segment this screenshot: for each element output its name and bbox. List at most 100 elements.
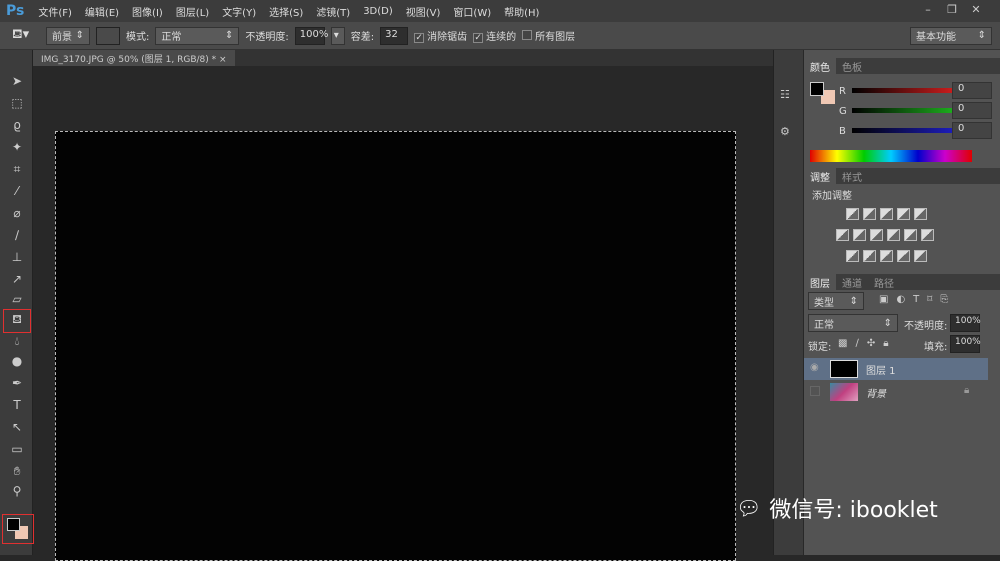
vibrance-icon[interactable] <box>914 208 927 220</box>
menu-view[interactable]: 视图(V) <box>406 4 441 19</box>
g-slider[interactable] <box>852 108 964 113</box>
hue-saturation-icon[interactable] <box>836 229 849 241</box>
history-brush-icon[interactable]: ↗ <box>7 270 27 288</box>
color-swatches[interactable] <box>2 514 34 544</box>
pattern-picker[interactable] <box>96 26 120 45</box>
layer-filter-icons[interactable]: ▣◐T⌑⎘ <box>879 294 956 305</box>
visibility-toggle[interactable] <box>810 386 820 396</box>
layer-filter-select[interactable]: 类型 ⇕ <box>808 292 864 310</box>
paint-bucket-icon[interactable]: ⛾▾ <box>12 27 40 44</box>
pen-tool-icon[interactable]: ✒ <box>7 374 27 392</box>
contiguous-checkbox[interactable]: ✓ 连续的 <box>473 28 516 43</box>
opacity-input[interactable]: 100% <box>294 26 328 45</box>
tab-adjustments[interactable]: 调整 <box>804 168 836 184</box>
watermark-text: 微信号: ibooklet <box>769 498 938 523</box>
color-balance-icon[interactable] <box>853 229 866 241</box>
fill-input[interactable]: 100% <box>950 335 981 353</box>
menu-file[interactable]: 文件(F) <box>38 4 72 19</box>
invert-icon[interactable] <box>846 250 859 262</box>
restore-button[interactable]: ❐ <box>942 3 962 17</box>
levels-icon[interactable] <box>863 208 876 220</box>
selective-color-icon[interactable] <box>897 250 910 262</box>
tab-styles[interactable]: 样式 <box>836 168 868 184</box>
layer-row[interactable]: 背景 🔒︎ <box>804 381 988 403</box>
color-lookup-icon[interactable] <box>921 229 934 241</box>
exposure-icon[interactable] <box>897 208 910 220</box>
channel-mixer-icon[interactable] <box>904 229 917 241</box>
posterize-icon[interactable] <box>863 250 876 262</box>
curves-icon[interactable] <box>880 208 893 220</box>
menu-3d[interactable]: 3D(D) <box>363 6 393 17</box>
tab-swatches[interactable]: 色板 <box>836 58 868 74</box>
blend-mode-select[interactable]: 正常 ⇕ <box>808 314 898 332</box>
lasso-tool-icon[interactable]: ϱ <box>7 116 27 134</box>
fill-source-select[interactable]: 前景 ⇕ <box>46 26 90 45</box>
menu-image[interactable]: 图像(I) <box>132 4 163 19</box>
stamp-tool-icon[interactable]: ⊥ <box>7 248 27 266</box>
menu-select[interactable]: 选择(S) <box>269 4 303 19</box>
close-tab-icon[interactable]: × <box>219 55 227 65</box>
dodge-tool-icon[interactable]: ● <box>7 352 27 370</box>
gradient-map-icon[interactable] <box>914 250 927 262</box>
threshold-icon[interactable] <box>880 250 893 262</box>
b-input[interactable]: 0 <box>952 122 992 139</box>
crop-tool-icon[interactable]: ⌗ <box>7 160 27 178</box>
workspace-select[interactable]: 基本功能 ⇕ <box>910 26 992 45</box>
hand-tool-icon[interactable]: ✋︎ <box>7 462 27 480</box>
minimize-button[interactable]: – <box>918 3 938 17</box>
close-button[interactable]: ✕ <box>966 3 986 17</box>
document-tab[interactable]: IMG_3170.JPG @ 50% (图层 1, RGB/8) * × <box>33 50 235 66</box>
magic-wand-icon[interactable]: ✦ <box>7 138 27 156</box>
menu-edit[interactable]: 编辑(E) <box>85 4 119 19</box>
menu-type[interactable]: 文字(Y) <box>222 4 256 19</box>
path-select-icon[interactable]: ↖ <box>7 418 27 436</box>
r-input[interactable]: 0 <box>952 82 992 99</box>
tab-color[interactable]: 颜色 <box>804 58 836 74</box>
tab-paths[interactable]: 路径 <box>868 274 900 290</box>
document-canvas[interactable] <box>55 131 736 561</box>
layer-opacity-input[interactable]: 100% <box>950 314 981 332</box>
visibility-eye-icon[interactable]: ◉ <box>810 362 819 373</box>
paint-bucket-tool-icon[interactable]: ⛾ <box>3 309 31 333</box>
eyedropper-icon[interactable]: ⁄ <box>7 182 27 200</box>
layer-row[interactable]: ◉ 图层 1 <box>804 358 988 380</box>
properties-panel-icon[interactable]: ⚙ <box>780 125 790 138</box>
black-white-icon[interactable] <box>870 229 883 241</box>
color-spectrum[interactable] <box>810 150 972 162</box>
marquee-tool-icon[interactable]: ⬚ <box>7 94 27 112</box>
type-tool-icon[interactable]: T <box>7 396 27 414</box>
zoom-tool-icon[interactable]: ⚲ <box>7 482 27 500</box>
foreground-color-swatch[interactable] <box>7 518 20 531</box>
tolerance-input[interactable]: 32 <box>380 26 409 45</box>
tab-layers[interactable]: 图层 <box>804 274 836 290</box>
layer-thumbnail <box>830 360 858 378</box>
layer-name: 背景 <box>866 389 886 400</box>
all-layers-checkbox[interactable]: 所有图层 <box>522 28 575 43</box>
menu-help[interactable]: 帮助(H) <box>504 4 539 19</box>
shape-tool-icon[interactable]: ▭ <box>7 440 27 458</box>
blur-tool-icon[interactable]: 💧︎ <box>7 332 27 350</box>
opacity-dropdown[interactable]: ▾ <box>330 26 345 45</box>
brightness-icon[interactable] <box>846 208 859 220</box>
mode-value: 正常 <box>161 32 182 43</box>
history-panel-icon[interactable]: ☷ <box>780 88 790 101</box>
tab-channels[interactable]: 通道 <box>836 274 868 290</box>
b-slider[interactable] <box>852 128 964 133</box>
eraser-icon[interactable]: ▱ <box>7 290 27 308</box>
menu-layer[interactable]: 图层(L) <box>176 4 209 19</box>
layer-thumbnail <box>830 383 858 401</box>
r-slider[interactable] <box>852 88 964 93</box>
menu-filter[interactable]: 滤镜(T) <box>316 4 350 19</box>
healing-brush-icon[interactable]: ⌀ <box>7 204 27 222</box>
g-input[interactable]: 0 <box>952 102 992 119</box>
toolbox: ➤ ⬚ ϱ ✦ ⌗ ⁄ ⌀ ∕ ⊥ ↗ ▱ ⛾ 💧︎ ● ✒ T ↖ ▭ ✋︎ … <box>0 50 34 555</box>
lock-icons[interactable]: ▩∕✣🔒︎ <box>838 338 897 349</box>
move-tool-icon[interactable]: ➤ <box>7 72 27 90</box>
mode-select[interactable]: 正常 ⇕ <box>155 26 240 45</box>
fg-color-chip[interactable] <box>810 82 824 96</box>
antialias-checkbox[interactable]: ✓ 消除锯齿 <box>414 28 467 43</box>
brush-tool-icon[interactable]: ∕ <box>7 226 27 244</box>
fill-source-value: 前景 <box>52 32 72 43</box>
photo-filter-icon[interactable] <box>887 229 900 241</box>
menu-window[interactable]: 窗口(W) <box>453 4 491 19</box>
